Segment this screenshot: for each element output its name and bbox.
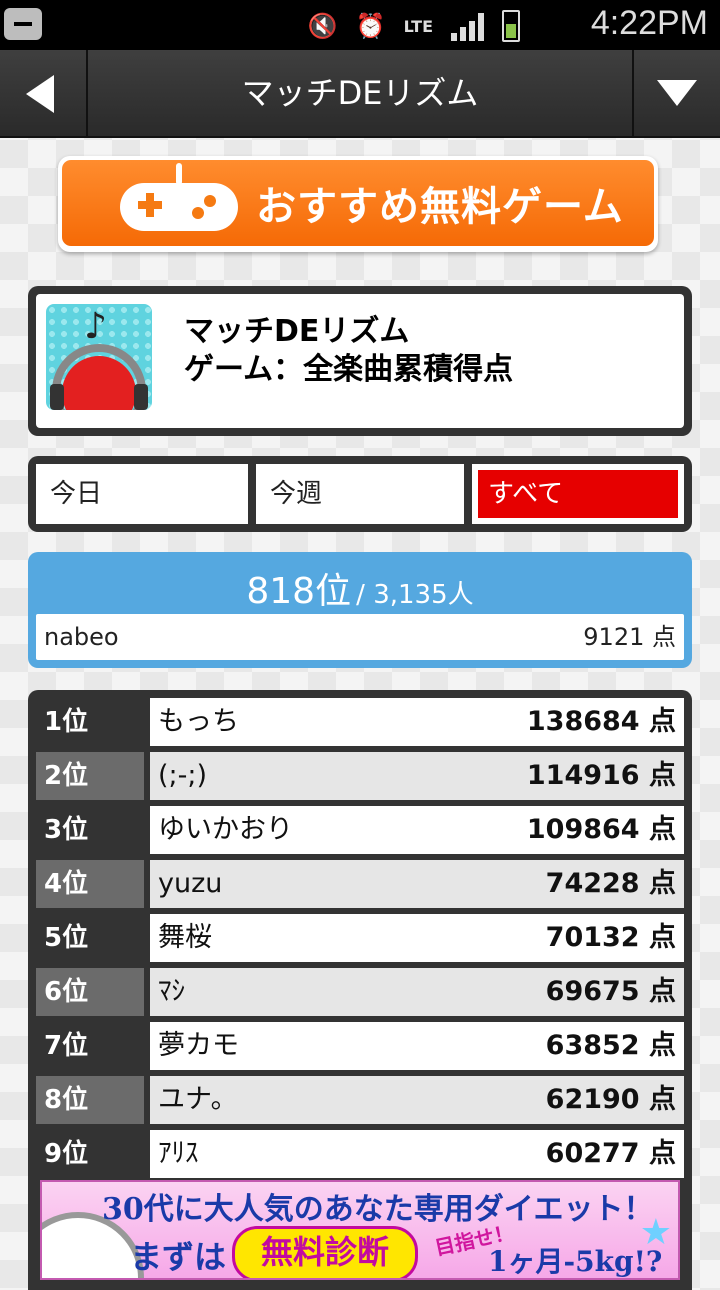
rank-label: 3位 [36, 806, 144, 854]
rank-label: 9位 [36, 1130, 144, 1178]
status-bar: 🔇 ⏰ LTE 4:22PM [0, 0, 720, 50]
table-row[interactable]: 7位 夢カモ 63852 点 [36, 1022, 684, 1070]
game-subtitle: ゲーム：全楽曲累積得点 [184, 352, 514, 387]
game-card: ♪ マッチDEリズム ゲーム：全楽曲累積得点 [28, 286, 692, 436]
rank-label: 8位 [36, 1076, 144, 1124]
title-bar: マッチDEリズム [0, 50, 720, 138]
back-arrow-icon[interactable] [0, 50, 88, 136]
recommended-games-button[interactable]: おすすめ無料ゲーム [58, 156, 658, 252]
ad-banner[interactable]: 30代に大人気のあなた専用ダイエット！ まずは 無料診断 目指せ！ 1ヶ月-5k… [40, 1180, 680, 1280]
battery-charging-icon [502, 10, 520, 42]
gamepad-icon [120, 163, 238, 231]
table-row[interactable]: 9位 ｱﾘｽ 60277 点 [36, 1130, 684, 1178]
app-icon: ♪ [46, 304, 152, 410]
tab-today[interactable]: 今日 [36, 464, 248, 524]
tab-week[interactable]: 今週 [256, 464, 464, 524]
tab-all[interactable]: すべて [472, 464, 684, 524]
music-note-icon: ♪ [84, 306, 107, 347]
player-score: 114916 点 [526, 760, 676, 791]
rank-label: 5位 [36, 914, 144, 962]
player-score: 69675 点 [545, 976, 676, 1007]
table-row[interactable]: 1位 もっち 138684 点 [36, 698, 684, 746]
table-row[interactable]: 4位 yuzu 74228 点 [36, 860, 684, 908]
my-rank: 818位 [246, 571, 352, 612]
period-tabs: 今日 今週 すべて [28, 456, 692, 532]
player-name: 舞桜 [158, 922, 212, 953]
table-row[interactable]: 6位 ﾏｼ 69675 点 [36, 968, 684, 1016]
ad-subline: まずは [130, 1238, 227, 1276]
mute-icon: 🔇 [307, 12, 338, 40]
player-score: 74228 点 [545, 868, 676, 899]
table-row[interactable]: 5位 舞桜 70132 点 [36, 914, 684, 962]
player-score: 138684 点 [526, 706, 676, 737]
player-name: ﾏｼ [158, 976, 185, 1007]
table-row[interactable]: 2位 (;-;) 114916 点 [36, 752, 684, 800]
player-name: 夢カモ [158, 1030, 239, 1061]
table-row[interactable]: 8位 ユナ。 62190 点 [36, 1076, 684, 1124]
my-rank-header: 818位 / 3,135人 [28, 562, 692, 614]
table-row[interactable]: 3位 ゆいかおり 109864 点 [36, 806, 684, 854]
player-name: もっち [158, 706, 239, 737]
player-name: ユナ。 [158, 1084, 238, 1115]
my-score-row: nabeo 9121 点 [36, 614, 684, 660]
player-score: 109864 点 [526, 814, 676, 845]
ad-headline: 30代に大人気のあなた専用ダイエット！ [102, 1192, 654, 1227]
alarm-icon: ⏰ [355, 12, 386, 40]
tab-all-label: すべて [478, 470, 678, 518]
my-name: nabeo [44, 623, 119, 651]
rank-label: 1位 [36, 698, 144, 746]
player-score: 60277 点 [545, 1138, 676, 1169]
status-icons: 🔇 ⏰ LTE [308, 10, 520, 42]
page-title: マッチDEリズム [241, 74, 479, 112]
network-type: LTE [403, 16, 433, 36]
clock: 4:22PM [590, 4, 708, 42]
notification-icon [4, 8, 42, 40]
signal-icon [451, 11, 484, 41]
my-score: 9121 点 [583, 623, 676, 651]
player-name: ｱﾘｽ [158, 1138, 199, 1169]
total-players: / 3,135人 [356, 580, 474, 610]
ad-free-diagnosis-badge: 無料診断 [232, 1226, 418, 1278]
player-name: yuzu [158, 868, 223, 899]
dropdown-triangle-icon[interactable] [632, 50, 720, 136]
player-name: ゆいかおり [158, 814, 293, 845]
rank-label: 4位 [36, 860, 144, 908]
player-name: (;-;) [158, 760, 208, 791]
ad-goal: 1ヶ月-5kg!? [488, 1245, 663, 1278]
my-rank-panel: 818位 / 3,135人 nabeo 9121 点 [28, 552, 692, 668]
promo-label: おすすめ無料ゲーム [256, 184, 624, 230]
rank-label: 2位 [36, 752, 144, 800]
star-icon: ★ [639, 1212, 672, 1253]
rank-label: 7位 [36, 1022, 144, 1070]
rank-label: 6位 [36, 968, 144, 1016]
player-score: 63852 点 [545, 1030, 676, 1061]
player-score: 70132 点 [545, 922, 676, 953]
player-score: 62190 点 [545, 1084, 676, 1115]
